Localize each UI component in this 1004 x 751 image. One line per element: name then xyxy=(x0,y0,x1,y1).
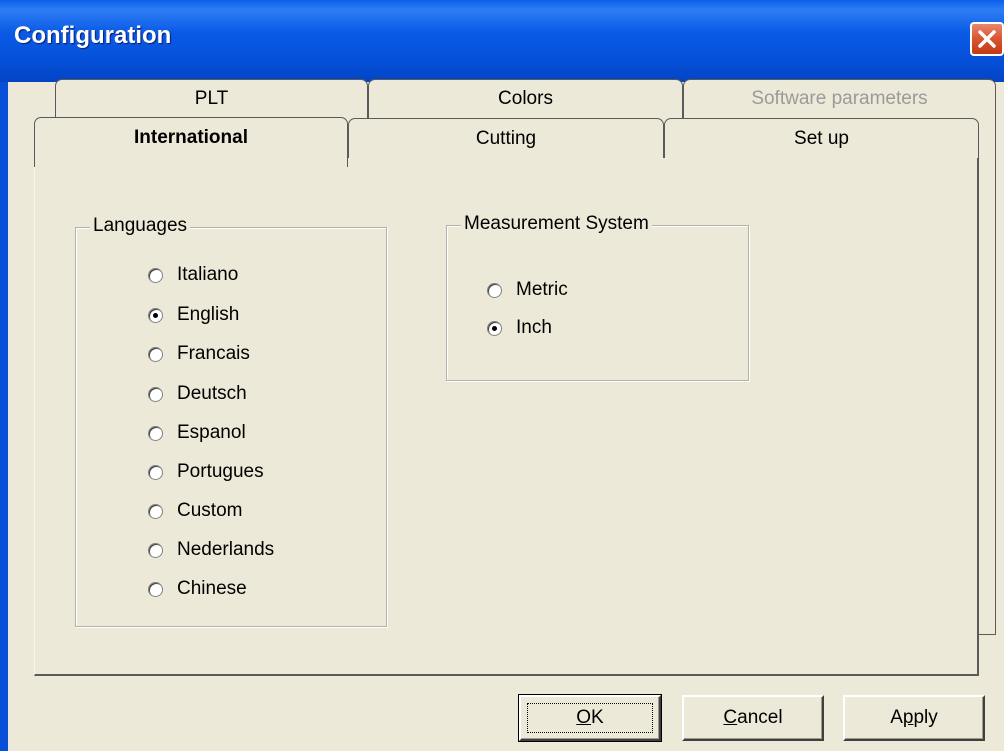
cancel-mnemonic: C xyxy=(723,707,738,728)
radio-label: Chinese xyxy=(177,578,247,599)
tab-international[interactable]: International xyxy=(34,117,348,167)
radio-button[interactable] xyxy=(148,425,163,441)
tab-label: Cutting xyxy=(475,128,537,149)
focus-rectangle xyxy=(527,703,653,733)
radio-button-selected[interactable] xyxy=(487,320,502,336)
radio-button[interactable] xyxy=(148,542,163,558)
languages-group: Languages Italiano English Francais Deut… xyxy=(75,215,387,627)
radio-espanol[interactable]: Espanol xyxy=(148,421,246,445)
cancel-label-rest: ancel xyxy=(737,707,783,728)
tab-colors[interactable]: Colors xyxy=(368,79,683,119)
radio-label: English xyxy=(177,304,240,325)
window-frame-left xyxy=(0,82,8,751)
radio-label: Metric xyxy=(516,279,568,300)
radio-custom[interactable]: Custom xyxy=(148,499,242,523)
radio-label: Francais xyxy=(177,343,250,364)
radio-label: Espanol xyxy=(177,422,246,443)
close-x-icon xyxy=(978,30,996,48)
radio-button[interactable] xyxy=(148,464,163,480)
radio-label: Inch xyxy=(516,317,552,338)
title-bar[interactable]: Configuration xyxy=(0,0,1004,82)
tab-cutting[interactable]: Cutting xyxy=(348,118,664,158)
apply-mnemonic: p xyxy=(902,707,914,728)
radio-inch[interactable]: Inch xyxy=(487,316,552,340)
radio-nederlands[interactable]: Nederlands xyxy=(148,538,274,562)
cancel-button[interactable]: Cancel xyxy=(682,695,824,741)
radio-button[interactable] xyxy=(148,503,163,519)
tab-label: International xyxy=(133,127,248,148)
tab-software-parameters: Software parameters xyxy=(683,79,996,119)
tab-label: Set up xyxy=(794,128,849,149)
radio-label: Italiano xyxy=(177,264,239,285)
tab-panel-international: Languages Italiano English Francais Deut… xyxy=(34,156,979,676)
radio-deutsch[interactable]: Deutsch xyxy=(148,382,247,406)
radio-label: Deutsch xyxy=(177,383,247,404)
tab-label: PLT xyxy=(194,88,229,109)
languages-legend: Languages xyxy=(90,215,191,237)
radio-label: Nederlands xyxy=(177,539,275,560)
close-button[interactable] xyxy=(970,22,1004,56)
radio-label: Custom xyxy=(177,500,243,521)
radio-button[interactable] xyxy=(487,282,502,298)
radio-metric[interactable]: Metric xyxy=(487,278,568,302)
radio-portugues[interactable]: Portugues xyxy=(148,460,264,484)
radio-button[interactable] xyxy=(148,346,163,362)
radio-button[interactable] xyxy=(148,581,163,597)
radio-button[interactable] xyxy=(148,386,163,402)
radio-label: Portugues xyxy=(177,461,264,482)
radio-francais[interactable]: Francais xyxy=(148,342,250,366)
measurement-system-group: Measurement System Metric Inch xyxy=(446,213,749,381)
measurement-legend: Measurement System xyxy=(461,213,652,235)
tab-set-up[interactable]: Set up xyxy=(664,118,979,158)
tab-plt[interactable]: PLT xyxy=(55,79,368,119)
radio-english[interactable]: English xyxy=(148,303,239,327)
radio-italiano[interactable]: Italiano xyxy=(148,263,238,287)
apply-label-first: A xyxy=(890,707,903,728)
radio-button-selected[interactable] xyxy=(148,307,163,323)
radio-chinese[interactable]: Chinese xyxy=(148,577,247,601)
tab-label: Software parameters xyxy=(751,88,928,109)
tab-label: Colors xyxy=(498,88,553,109)
ok-button[interactable]: OK xyxy=(518,694,662,742)
apply-label-rest: ply xyxy=(913,707,938,728)
apply-button[interactable]: Apply xyxy=(843,695,985,741)
window-title: Configuration xyxy=(14,22,172,49)
radio-button[interactable] xyxy=(148,267,163,283)
